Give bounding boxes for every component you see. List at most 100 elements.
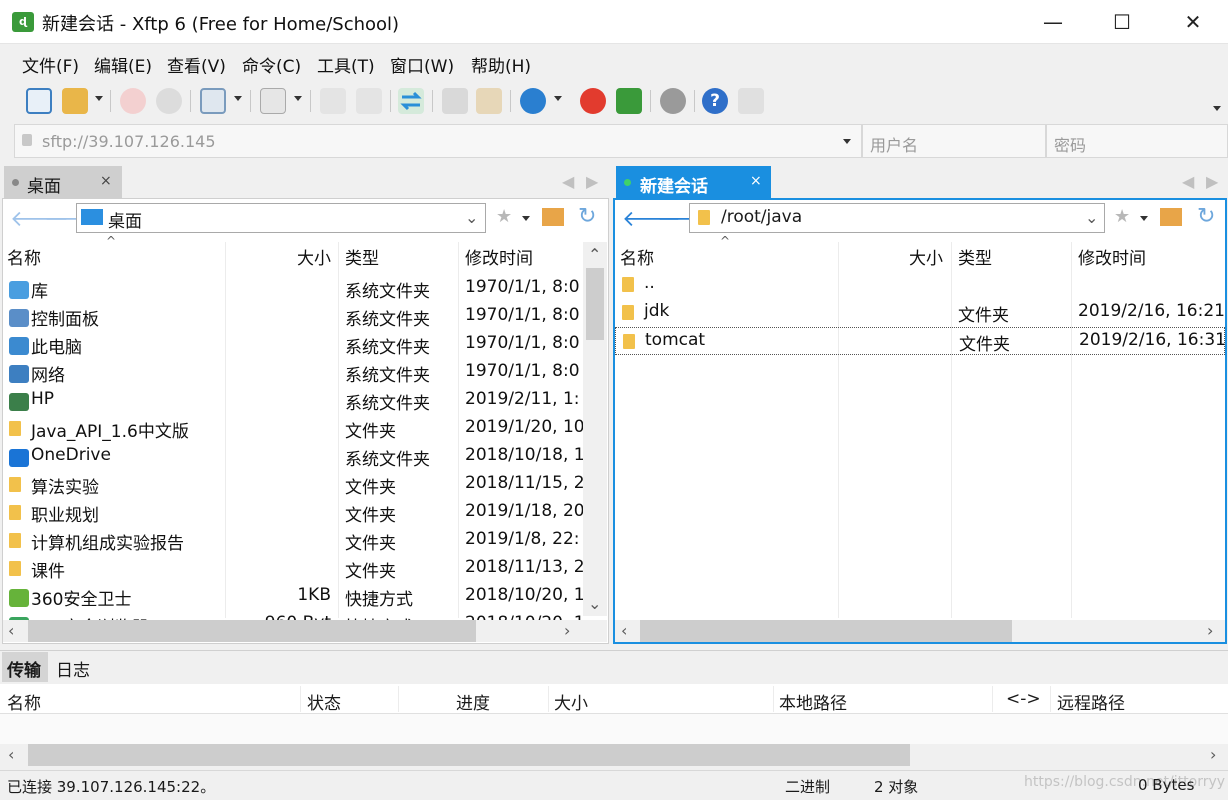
tab-scroll-left-icon[interactable]: ◀ — [1182, 172, 1194, 191]
table-row[interactable]: 库 系统文件夹 1970/1/1, 8:0 — [3, 275, 583, 303]
col-status[interactable]: 状态 — [307, 689, 341, 714]
transfer-hscroll-thumb[interactable] — [28, 744, 910, 766]
star-icon[interactable]: ★ — [1114, 206, 1130, 227]
row-modified: 2019/2/16, 16:31 — [1079, 330, 1226, 350]
scroll-up-icon[interactable]: ⌃ — [588, 245, 601, 264]
help-icon[interactable]: ? — [702, 88, 728, 114]
home-icon[interactable] — [1160, 208, 1182, 226]
row-modified: 1970/1/1, 8:0 — [465, 361, 580, 381]
col-name[interactable]: 名称 — [620, 244, 654, 269]
table-row[interactable]: OneDrive 系统文件夹 2018/10/18, 1 — [3, 443, 583, 471]
star-icon[interactable]: ★ — [496, 206, 512, 227]
col-name[interactable]: 名称 — [7, 244, 41, 269]
scroll-left-icon[interactable]: ‹ — [8, 621, 14, 640]
col-transfer-size[interactable]: 大小 — [554, 689, 588, 714]
toolbar-overflow-icon[interactable] — [1213, 106, 1221, 111]
local-hscroll-thumb[interactable] — [28, 620, 476, 642]
upload-icon[interactable] — [320, 88, 346, 114]
menu-tools[interactable]: 工具(T) — [317, 52, 375, 77]
chevron-down-icon[interactable]: ⌄ — [465, 208, 478, 227]
col-size[interactable]: 大小 — [297, 244, 331, 269]
copy-icon[interactable] — [442, 88, 468, 114]
tab-scroll-right-icon[interactable]: ▶ — [586, 172, 598, 191]
table-row[interactable]: 职业规划 文件夹 2019/1/18, 20 — [3, 499, 583, 527]
menu-view[interactable]: 查看(V) — [167, 52, 226, 77]
col-local-path[interactable]: 本地路径 — [779, 689, 847, 714]
menu-edit[interactable]: 编辑(E) — [94, 52, 152, 77]
new-session-icon[interactable] — [26, 88, 52, 114]
address-dropdown-icon[interactable] — [843, 139, 851, 144]
chat-icon[interactable] — [738, 88, 764, 114]
table-row[interactable]: HP 系统文件夹 2019/2/11, 1: — [3, 387, 583, 415]
table-row[interactable]: 计算机组成实验报告 文件夹 2019/1/8, 22: — [3, 527, 583, 555]
tab-scroll-right-icon[interactable]: ▶ — [1206, 172, 1218, 191]
scroll-right-icon[interactable]: › — [1207, 621, 1213, 640]
address-input[interactable]: sftp://39.107.126.145 — [42, 132, 216, 151]
menu-command[interactable]: 命令(C) — [242, 52, 301, 77]
col-progress[interactable]: 进度 — [456, 689, 490, 714]
xshell-icon[interactable] — [580, 88, 606, 114]
col-modified[interactable]: 修改时间 — [1078, 244, 1146, 269]
open-folder-icon[interactable] — [62, 88, 88, 114]
scroll-left-icon[interactable]: ‹ — [621, 621, 627, 640]
col-size[interactable]: 大小 — [909, 244, 943, 269]
scroll-left-icon[interactable]: ‹ — [8, 745, 14, 764]
tab-close-button[interactable]: × — [100, 173, 112, 189]
tab-log[interactable]: 日志 — [56, 656, 90, 681]
toolbar-separator — [650, 90, 651, 112]
chevron-down-icon[interactable]: ⌄ — [1085, 208, 1098, 227]
table-row[interactable]: .. — [615, 271, 1225, 299]
col-transfer-name[interactable]: 名称 — [7, 689, 41, 714]
col-direction[interactable]: <-> — [1006, 689, 1041, 709]
chevron-down-icon[interactable] — [1140, 216, 1148, 221]
paste-icon[interactable] — [476, 88, 502, 114]
table-row[interactable]: tomcat 文件夹 2019/2/16, 16:31 — [615, 327, 1226, 355]
col-modified[interactable]: 修改时间 — [465, 244, 533, 269]
chevron-down-icon[interactable] — [234, 96, 242, 101]
session-settings-icon[interactable] — [200, 88, 226, 114]
chevron-down-icon[interactable] — [554, 96, 562, 101]
table-row[interactable]: 课件 文件夹 2018/11/13, 2 — [3, 555, 583, 583]
tab-close-button[interactable]: × — [750, 173, 762, 189]
close-button[interactable]: ✕ — [1158, 0, 1228, 44]
scroll-right-icon[interactable]: › — [1210, 745, 1216, 764]
table-row[interactable]: 360安全卫士 1KB 快捷方式 2018/10/20, 1 — [3, 583, 583, 611]
disconnect-icon[interactable] — [156, 88, 182, 114]
download-icon[interactable] — [356, 88, 382, 114]
scroll-down-icon[interactable]: ⌄ — [588, 594, 601, 613]
chevron-down-icon[interactable] — [522, 216, 530, 221]
col-type[interactable]: 类型 — [345, 244, 379, 269]
refresh-icon[interactable]: ↻ — [1197, 204, 1215, 229]
tab-scroll-left-icon[interactable]: ◀ — [562, 172, 574, 191]
menu-help[interactable]: 帮助(H) — [471, 52, 531, 77]
sync-transfer-icon[interactable] — [398, 88, 424, 114]
maximize-button[interactable]: ☐ — [1087, 0, 1157, 44]
xftp-icon[interactable] — [616, 88, 642, 114]
chevron-down-icon[interactable] — [294, 96, 302, 101]
chevron-down-icon[interactable] — [95, 96, 103, 101]
col-type[interactable]: 类型 — [958, 244, 992, 269]
globe-icon[interactable] — [520, 88, 546, 114]
remote-hscroll-thumb[interactable] — [640, 620, 1012, 642]
tab-new-session-label: 新建会话 — [640, 177, 708, 197]
minimize-button[interactable]: — — [1018, 0, 1088, 44]
play-icon[interactable] — [260, 88, 286, 114]
table-row[interactable]: 此电脑 系统文件夹 1970/1/1, 8:0 — [3, 331, 583, 359]
menu-window[interactable]: 窗口(W) — [390, 52, 454, 77]
connect-icon[interactable] — [120, 88, 146, 114]
col-remote-path[interactable]: 远程路径 — [1057, 689, 1125, 714]
home-icon[interactable] — [542, 208, 564, 226]
gear-icon[interactable] — [660, 88, 686, 114]
folder-icon — [623, 334, 635, 349]
scroll-right-icon[interactable]: › — [564, 621, 570, 640]
row-type: 文件夹 — [345, 422, 396, 442]
table-row[interactable]: Java_API_1.6中文版 文件夹 2019/1/20, 10 — [3, 415, 583, 443]
menu-file[interactable]: 文件(F) — [22, 52, 79, 77]
table-row[interactable]: jdk 文件夹 2019/2/16, 16:21 — [615, 299, 1225, 327]
table-row[interactable]: 网络 系统文件夹 1970/1/1, 8:0 — [3, 359, 583, 387]
table-row[interactable]: 控制面板 系统文件夹 1970/1/1, 8:0 — [3, 303, 583, 331]
table-row[interactable]: 算法实验 文件夹 2018/11/15, 2 — [3, 471, 583, 499]
local-vscroll-thumb[interactable] — [586, 268, 604, 340]
folder-icon — [9, 421, 21, 436]
refresh-icon[interactable]: ↻ — [578, 204, 596, 229]
